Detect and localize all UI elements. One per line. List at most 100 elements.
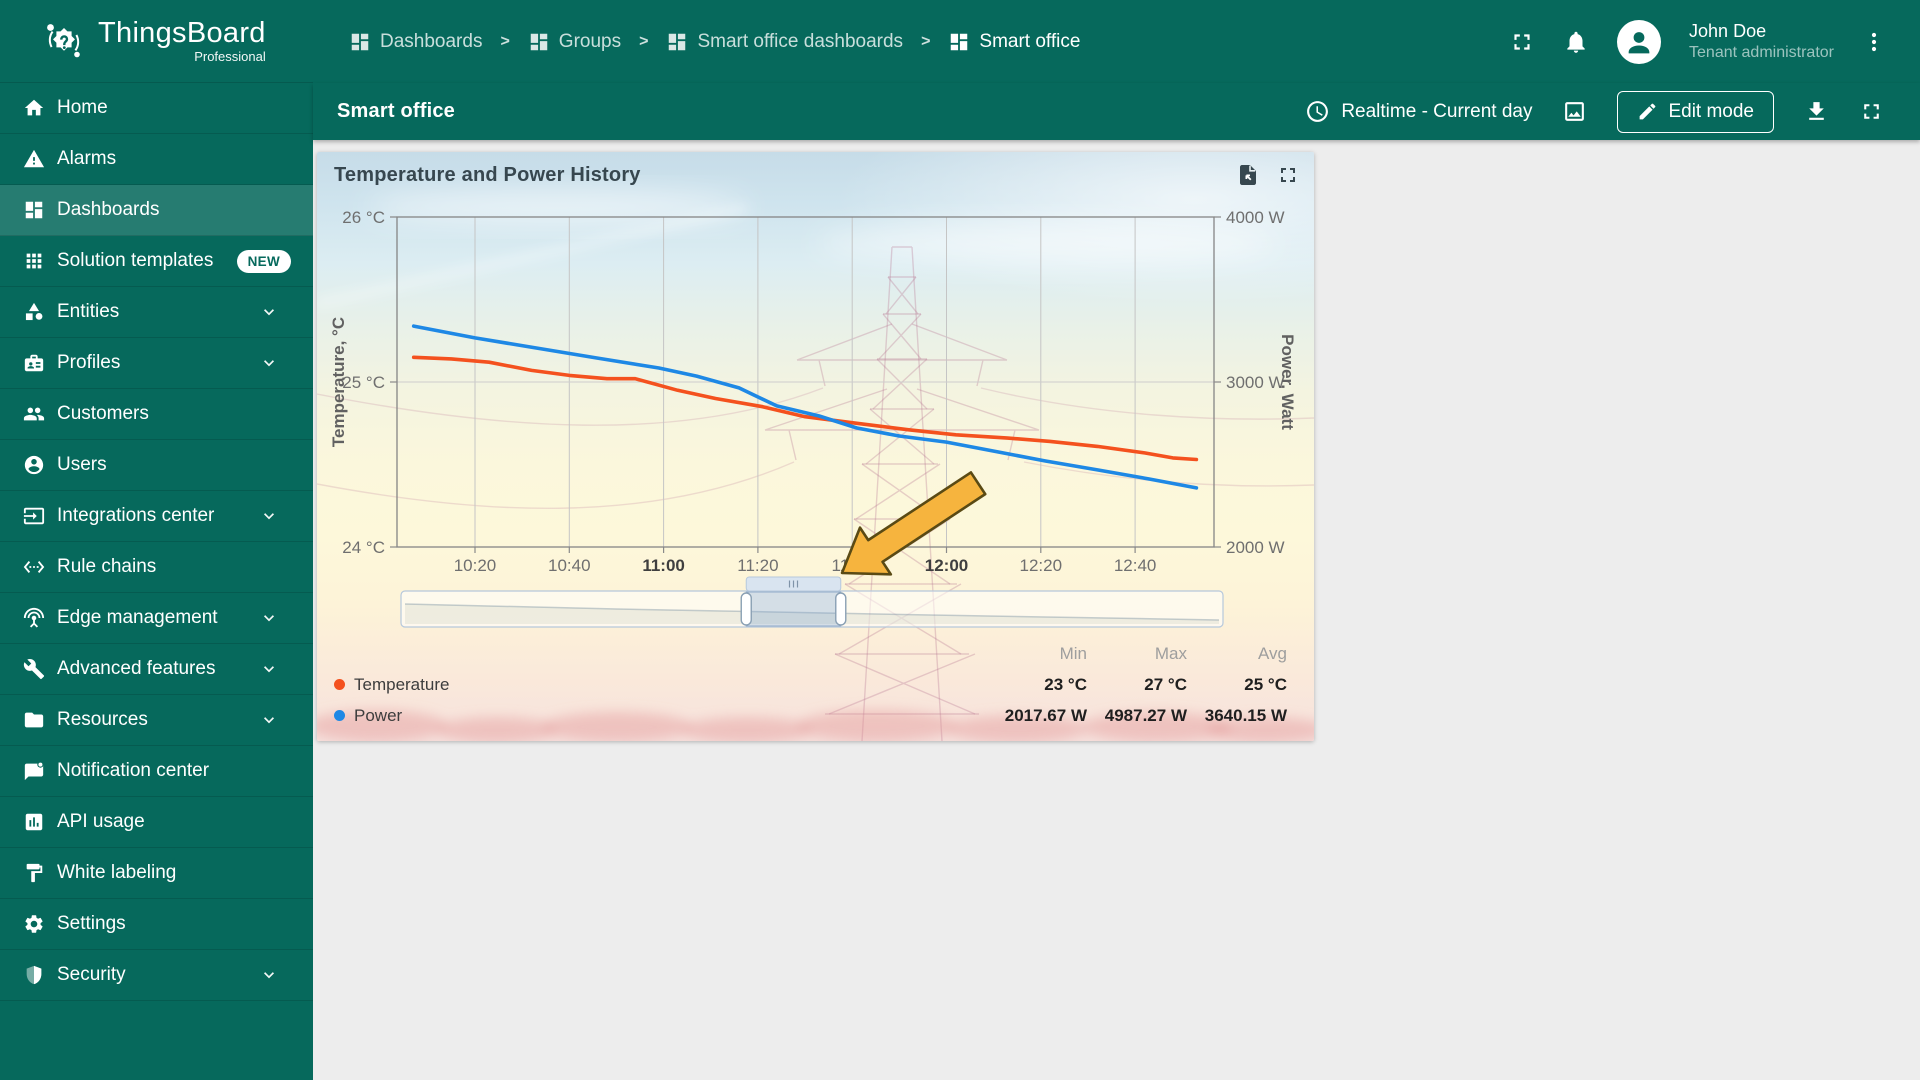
y-left-axis-title: Temperature, °C	[329, 317, 348, 447]
fullscreen-icon[interactable]	[1509, 29, 1535, 55]
sidebar-item-resources[interactable]: Resources	[0, 695, 313, 746]
chart-legend: Min Max Avg Temperature 23 °C 27 °C 25 °C Power…	[334, 638, 1287, 731]
logo[interactable]: ThingsBoard Professional	[0, 0, 313, 83]
dashboards-icon	[349, 31, 371, 53]
chevron-down-icon	[259, 608, 279, 628]
breadcrumb-item-3[interactable]: Smart office	[948, 31, 1080, 53]
edit-mode-button[interactable]: Edit mode	[1617, 90, 1774, 133]
download-icon[interactable]	[1804, 99, 1829, 124]
widget-header: Temperature and Power History	[334, 163, 1300, 187]
breadcrumb-item-1[interactable]: Groups	[528, 31, 621, 53]
sidebar-item-advanced-features[interactable]: Advanced features	[0, 644, 313, 695]
y-right-tick-label: 4000 W	[1226, 208, 1285, 227]
sidebar-item-entities[interactable]: Entities	[0, 287, 313, 338]
dashboards-icon	[948, 31, 970, 53]
sidebar-item-security[interactable]: Security	[0, 950, 313, 1001]
sidebar-item-alarms[interactable]: Alarms	[0, 134, 313, 185]
series-line-temperature	[411, 355, 1199, 462]
toolbar-fullscreen-icon[interactable]	[1859, 99, 1884, 124]
sidebar-item-label: Dashboards	[57, 199, 160, 220]
stat-avg: 3640.15 W	[1204, 705, 1287, 725]
sidebar-item-edge-management[interactable]: Edge management	[0, 593, 313, 644]
alarms-warning-icon	[23, 148, 45, 170]
y-left-tick-label: 24 °C	[342, 538, 385, 557]
sidebar-item-label: Entities	[57, 301, 120, 322]
sidebar-item-label: Advanced features	[57, 658, 216, 679]
more-menu-icon[interactable]	[1862, 30, 1886, 54]
export-file-icon[interactable]	[1236, 163, 1260, 187]
y-left-tick-label: 25 °C	[342, 373, 385, 392]
annotation-arrow	[840, 471, 987, 576]
user-name: John Doe	[1689, 21, 1767, 42]
sidebar-item-label: Integrations center	[57, 505, 215, 526]
header-actions: John Doe Tenant administrator	[1509, 19, 1886, 64]
toolbar-actions: Realtime - Current day Edit mode	[1305, 90, 1884, 133]
series-name: Temperature	[354, 674, 450, 694]
entities-icon	[23, 301, 45, 323]
breadcrumb-item-2[interactable]: Smart office dashboards	[666, 31, 903, 53]
time-window-button[interactable]: Realtime - Current day	[1305, 99, 1532, 124]
sidebar-item-rule-chains[interactable]: Rule chains	[0, 542, 313, 593]
sidebar: ThingsBoard Professional Home Alarms Dashb…	[0, 0, 313, 1080]
sidebar-item-label: Rule chains	[57, 556, 157, 577]
breadcrumb-label: Dashboards	[380, 30, 483, 52]
top-header: Dashboards > Groups > Smart office dashboard…	[313, 0, 1920, 83]
time-slider-handle-left[interactable]	[740, 592, 752, 626]
logo-title: ThingsBoard	[98, 16, 266, 49]
x-tick-label: 10:40	[548, 556, 591, 575]
sidebar-item-settings[interactable]: Settings	[0, 899, 313, 950]
expand-fullscreen-icon[interactable]	[1276, 163, 1300, 187]
series-color-dot	[334, 710, 345, 721]
dashboard-toolbar: Smart office Realtime - Current day Edit…	[313, 83, 1920, 140]
sidebar-item-white-labeling[interactable]: White labeling	[0, 848, 313, 899]
sidebar-item-home[interactable]: Home	[0, 83, 313, 134]
sidebar-item-customers[interactable]: Customers	[0, 389, 313, 440]
sidebar-item-profiles[interactable]: Profiles	[0, 338, 313, 389]
sidebar-item-label: Resources	[57, 709, 148, 730]
home-icon	[23, 97, 45, 119]
user-role: Tenant administrator	[1689, 43, 1834, 61]
legend-row-power[interactable]: Power 2017.67 W 4987.27 W 3640.15 W	[334, 700, 1287, 731]
notification-center-icon	[23, 760, 45, 782]
new-badge: NEW	[236, 249, 291, 273]
series-color-dot	[334, 679, 345, 690]
x-tick-label: 12:00	[925, 556, 968, 575]
x-tick-label: 11:20	[737, 556, 778, 575]
time-slider-window[interactable]	[745, 591, 842, 627]
sidebar-item-label: Customers	[57, 403, 149, 424]
sidebar-item-solution-templates[interactable]: Solution templates NEW	[0, 236, 313, 287]
advanced-features-icon	[23, 658, 45, 680]
breadcrumb-separator: >	[921, 32, 931, 50]
sidebar-item-label: Alarms	[57, 148, 117, 169]
user-info[interactable]: John Doe Tenant administrator	[1689, 20, 1834, 63]
legend-row-temperature[interactable]: Temperature 23 °C 27 °C 25 °C	[334, 669, 1287, 700]
profiles-icon	[23, 352, 45, 374]
y-left-tick-label: 26 °C	[342, 208, 385, 227]
sidebar-item-api-usage[interactable]: API usage	[0, 797, 313, 848]
widget-title: Temperature and Power History	[334, 163, 641, 186]
sidebar-item-label: Users	[57, 454, 107, 475]
dashboards-icon	[666, 31, 688, 53]
chevron-down-icon	[259, 659, 279, 679]
solution-templates-icon	[23, 250, 45, 272]
sidebar-item-dashboards[interactable]: Dashboards	[0, 185, 313, 236]
security-icon	[23, 964, 45, 986]
dashboards-icon	[528, 31, 550, 53]
dashboard-image-icon[interactable]	[1562, 99, 1587, 124]
resources-icon	[23, 709, 45, 731]
time-slider-handle-right[interactable]	[835, 592, 847, 626]
sidebar-item-label: White labeling	[57, 862, 177, 883]
breadcrumb-label: Smart office dashboards	[697, 30, 904, 52]
x-tick-label: 12:40	[1114, 556, 1157, 575]
dashboards-icon	[23, 199, 45, 221]
rule-chains-icon	[23, 556, 45, 578]
sidebar-item-users[interactable]: Users	[0, 440, 313, 491]
chevron-down-icon	[259, 710, 279, 730]
time-window-clock-icon	[1305, 99, 1330, 124]
avatar[interactable]	[1617, 19, 1662, 64]
sidebar-item-notification-center[interactable]: Notification center	[0, 746, 313, 797]
sidebar-item-integrations-center[interactable]: Integrations center	[0, 491, 313, 542]
series-line-power	[411, 324, 1199, 490]
notifications-bell-icon[interactable]	[1563, 29, 1589, 55]
breadcrumb-item-0[interactable]: Dashboards	[349, 31, 482, 53]
